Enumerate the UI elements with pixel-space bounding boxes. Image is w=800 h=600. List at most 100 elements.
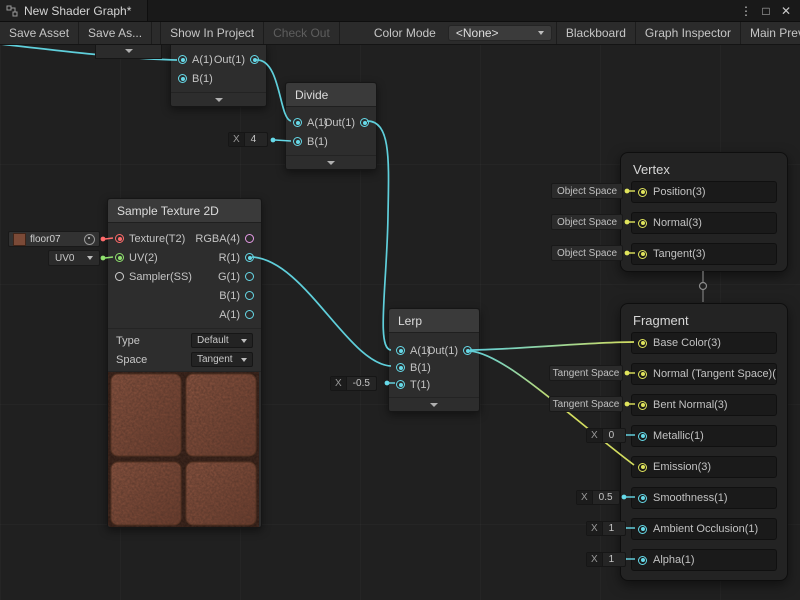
object-space-chip[interactable]: Object Space <box>551 183 623 199</box>
fragment-context-block[interactable]: Fragment Base Color(3) Normal (Tangent S… <box>620 303 788 581</box>
fragment-row-base-color[interactable]: Base Color(3) <box>631 332 777 354</box>
node-sample-texture-2d[interactable]: Sample Texture 2D Texture(T2) UV(2) Samp… <box>107 198 262 528</box>
texture-object-field[interactable]: floor07 <box>8 231 100 247</box>
field-value[interactable]: 0.5 <box>593 491 619 504</box>
type-label: Type <box>116 335 140 347</box>
input-port-t[interactable] <box>396 380 405 389</box>
color-mode-dropdown[interactable]: <None> <box>448 25 552 41</box>
type-dropdown[interactable]: Default <box>191 333 253 348</box>
collapse-chevron-icon[interactable] <box>171 92 266 106</box>
object-space-chip[interactable]: Object Space <box>551 214 623 230</box>
document-tab[interactable]: New Shader Graph* <box>0 0 148 21</box>
show-in-project-button[interactable]: Show In Project <box>160 22 264 44</box>
output-port-r[interactable] <box>245 253 254 262</box>
port-label: UV(2) <box>129 252 158 264</box>
main-preview-toggle-button[interactable]: Main Preview <box>740 22 800 44</box>
space-dropdown[interactable]: Tangent <box>191 352 253 367</box>
input-port[interactable] <box>638 250 647 259</box>
input-port-a[interactable] <box>293 118 302 127</box>
fragment-row-metallic[interactable]: Metallic(1) <box>631 425 777 447</box>
input-port-b[interactable] <box>178 74 187 83</box>
lerp-t-default-field[interactable]: X -0.5 <box>330 376 377 391</box>
chevron-down-icon <box>87 256 93 260</box>
save-as-button[interactable]: Save As... <box>79 22 152 44</box>
port-label: Texture(T2) <box>129 233 185 245</box>
collapse-chevron-icon[interactable] <box>389 397 479 411</box>
output-port-out[interactable] <box>360 118 369 127</box>
vertex-row-position[interactable]: Position(3) <box>631 181 777 203</box>
object-space-chip[interactable]: Object Space <box>551 245 623 261</box>
field-value[interactable]: 1 <box>603 553 625 566</box>
input-port-b[interactable] <box>396 363 405 372</box>
node-title[interactable]: Lerp <box>389 309 479 333</box>
save-asset-button[interactable]: Save Asset <box>0 22 79 44</box>
node-lerp[interactable]: Lerp A(1) B(1) T(1) Out(1) <box>388 308 480 412</box>
field-axis-label: X <box>587 553 603 566</box>
node-title[interactable]: Divide <box>286 83 376 107</box>
output-port-b[interactable] <box>245 291 254 300</box>
collapsed-node-chevron[interactable] <box>95 44 162 59</box>
output-port-out[interactable] <box>463 346 472 355</box>
output-port-rgba[interactable] <box>245 234 254 243</box>
ambient-occlusion-default-field[interactable]: X1 <box>586 521 626 536</box>
input-port[interactable] <box>638 401 647 410</box>
node-clipped-math[interactable]: A(1) B(1) Out(1) <box>170 44 267 107</box>
output-port-out[interactable] <box>250 55 259 64</box>
output-port-a[interactable] <box>245 310 254 319</box>
graph-inspector-toggle-button[interactable]: Graph Inspector <box>635 22 740 44</box>
vertex-row-tangent[interactable]: Tangent(3) <box>631 243 777 265</box>
input-port-uv[interactable] <box>115 253 124 262</box>
input-port[interactable] <box>638 219 647 228</box>
port-label: Out(1) <box>427 345 458 357</box>
input-port-sampler[interactable] <box>115 272 124 281</box>
input-port-a[interactable] <box>178 55 187 64</box>
metallic-default-field[interactable]: X0 <box>586 428 626 443</box>
output-port-g[interactable] <box>245 272 254 281</box>
uv-channel-dropdown[interactable]: UV0 <box>48 250 100 266</box>
input-port-b[interactable] <box>293 137 302 146</box>
input-port[interactable] <box>638 370 647 379</box>
color-mode-value: <None> <box>456 26 499 40</box>
node-divide[interactable]: Divide A(1) B(1) Out(1) <box>285 82 377 170</box>
maximize-icon[interactable]: □ <box>758 4 774 18</box>
tangent-space-chip[interactable]: Tangent Space <box>549 396 623 412</box>
input-port[interactable] <box>638 463 647 472</box>
node-title[interactable]: Sample Texture 2D <box>108 199 261 223</box>
space-label: Space <box>116 354 147 366</box>
fragment-row-normal[interactable]: Normal (Tangent Space)(3) <box>631 363 777 385</box>
fragment-row-alpha[interactable]: Alpha(1) <box>631 549 777 571</box>
input-port[interactable] <box>638 188 647 197</box>
object-picker-icon[interactable] <box>84 234 95 245</box>
smoothness-default-field[interactable]: X0.5 <box>576 490 620 505</box>
collapse-chevron-icon[interactable] <box>286 155 376 169</box>
blackboard-toggle-button[interactable]: Blackboard <box>556 22 635 44</box>
field-axis-label: X <box>587 522 603 535</box>
port-label: Normal (Tangent Space)(3) <box>653 368 777 380</box>
input-port[interactable] <box>638 494 647 503</box>
close-icon[interactable]: ✕ <box>778 4 794 18</box>
tangent-space-chip[interactable]: Tangent Space <box>549 365 623 381</box>
input-port[interactable] <box>638 556 647 565</box>
input-port[interactable] <box>638 525 647 534</box>
fragment-row-bent-normal[interactable]: Bent Normal(3) <box>631 394 777 416</box>
fragment-row-emission[interactable]: Emission(3) <box>631 456 777 478</box>
input-port[interactable] <box>638 432 647 441</box>
divide-b-default-field[interactable]: X 4 <box>228 132 268 147</box>
field-value[interactable]: 4 <box>245 133 267 146</box>
vertex-context-block[interactable]: Vertex Position(3) Normal(3) Tangent(3) <box>620 152 788 272</box>
alpha-default-field[interactable]: X1 <box>586 552 626 567</box>
window-controls: ⋮ □ ✕ <box>738 4 800 18</box>
input-port-a[interactable] <box>396 346 405 355</box>
fragment-row-ambient-occlusion[interactable]: Ambient Occlusion(1) <box>631 518 777 540</box>
port-label: B(1) <box>219 290 240 302</box>
field-value[interactable]: -0.5 <box>347 377 376 390</box>
input-port-texture[interactable] <box>115 234 124 243</box>
field-value[interactable]: 0 <box>603 429 625 442</box>
field-axis-label: X <box>331 377 347 390</box>
fragment-row-smoothness[interactable]: Smoothness(1) <box>631 487 777 509</box>
input-port[interactable] <box>638 339 647 348</box>
vertex-row-normal[interactable]: Normal(3) <box>631 212 777 234</box>
port-label: Ambient Occlusion(1) <box>653 523 758 535</box>
field-value[interactable]: 1 <box>603 522 625 535</box>
menu-icon[interactable]: ⋮ <box>738 4 754 18</box>
